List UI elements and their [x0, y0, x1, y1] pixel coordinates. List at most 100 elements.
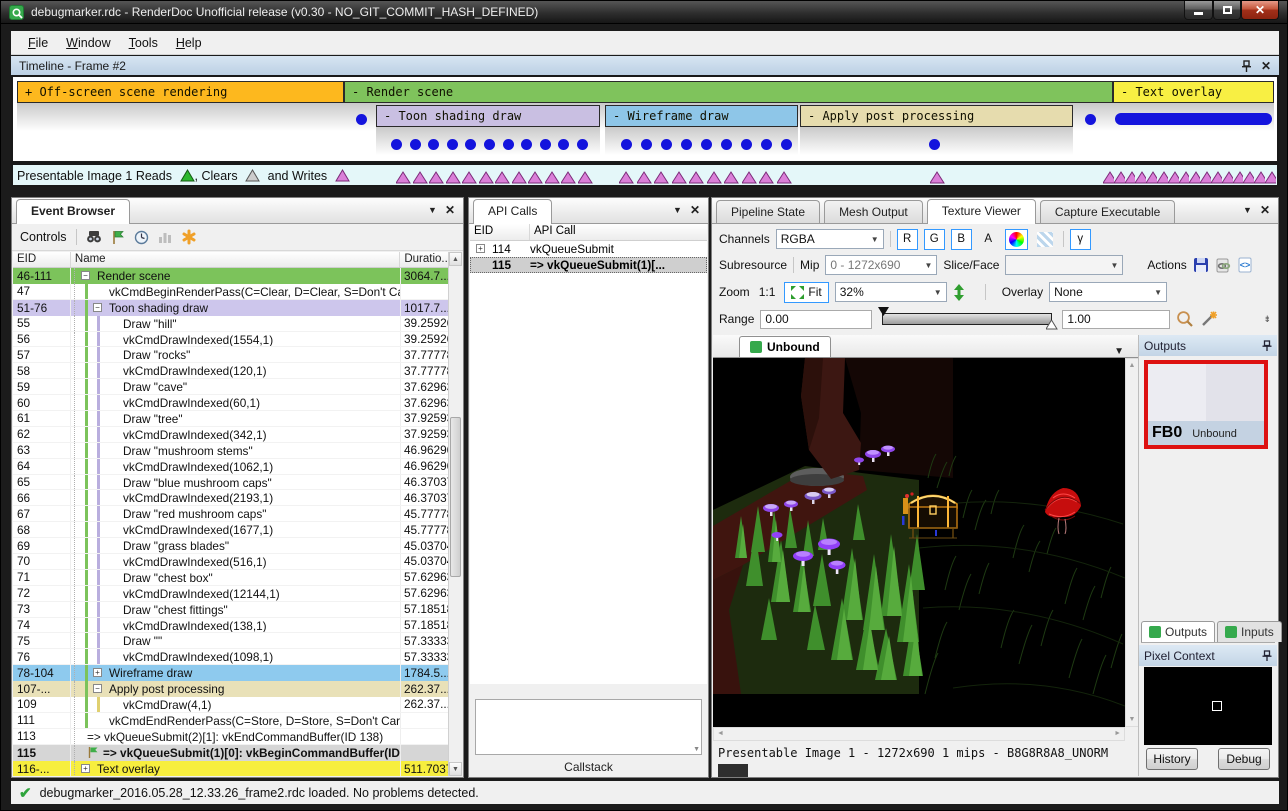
- output-thumbnail-fb0[interactable]: FB0 Unbound: [1144, 360, 1268, 449]
- range-white-handle[interactable]: [1046, 320, 1058, 330]
- col-name[interactable]: Name: [71, 252, 400, 267]
- statistics-icon[interactable]: [158, 230, 172, 244]
- texture-horizontal-scrollbar[interactable]: ◄ ►: [713, 727, 1125, 741]
- event-row-72[interactable]: 72vkCmdDrawIndexed(12144,1)57.62963: [13, 586, 451, 602]
- event-row-74[interactable]: 74vkCmdDrawIndexed(138,1)57.18518: [13, 618, 451, 634]
- zoom-dropdown[interactable]: 32%▼: [835, 282, 947, 302]
- zoom-range-icon[interactable]: [1176, 310, 1194, 328]
- event-row-61[interactable]: 61Draw "tree"37.92593: [13, 411, 451, 427]
- draw-event-dot[interactable]: [681, 139, 692, 150]
- event-row-73[interactable]: 73Draw "chest fittings"57.18518: [13, 602, 451, 618]
- write-markers-group[interactable]: [930, 171, 947, 184]
- event-row-76[interactable]: 76vkCmdDrawIndexed(1098,1)57.33333: [13, 649, 451, 665]
- flip-y-icon[interactable]: [953, 284, 965, 301]
- timeline-marker[interactable]: - Toon shading draw: [376, 105, 600, 127]
- tree-expander-icon[interactable]: +: [81, 764, 90, 773]
- tree-expander-icon[interactable]: +: [476, 244, 485, 253]
- event-row-107-...[interactable]: 107-...−Apply post processing262.37...: [13, 681, 451, 697]
- timeline-panel[interactable]: + Off-screen scene rendering- Render sce…: [11, 75, 1279, 163]
- channel-green-button[interactable]: G: [924, 229, 945, 250]
- history-button[interactable]: History: [1146, 748, 1198, 770]
- draw-event-dot[interactable]: [1085, 114, 1096, 125]
- api-calls-close-icon[interactable]: ✕: [690, 203, 700, 217]
- find-icon[interactable]: [86, 230, 102, 244]
- event-row-62[interactable]: 62vkCmdDrawIndexed(342,1)37.92593: [13, 427, 451, 443]
- draw-event-dot[interactable]: [410, 139, 421, 150]
- event-row-116-...[interactable]: 116-...+Text overlay511.7037: [13, 761, 451, 776]
- color-wheel-icon[interactable]: [1005, 229, 1028, 250]
- event-row-64[interactable]: 64vkCmdDrawIndexed(1062,1)46.96296: [13, 459, 451, 475]
- texture-viewer-close-icon[interactable]: ✕: [1260, 203, 1270, 217]
- range-black-handle[interactable]: [878, 307, 890, 317]
- tab-texture-viewer[interactable]: Texture Viewer: [927, 199, 1036, 224]
- event-row-71[interactable]: 71Draw "chest box"57.62963: [13, 570, 451, 586]
- texture-list-caret-icon[interactable]: ▼: [1114, 346, 1124, 357]
- draw-events-condensed-pill[interactable]: [1115, 113, 1272, 125]
- timeline-close-icon[interactable]: ✕: [1261, 59, 1271, 73]
- event-row-109[interactable]: 109vkCmdDraw(4,1)262.37...: [13, 697, 451, 713]
- scroll-down-icon[interactable]: ▼: [1126, 716, 1138, 723]
- channel-alpha-button[interactable]: A: [978, 229, 999, 250]
- timeline-marker[interactable]: + Off-screen scene rendering: [17, 81, 344, 103]
- draw-event-dot[interactable]: [721, 139, 732, 150]
- draw-event-dot[interactable]: [484, 139, 495, 150]
- draw-event-dot[interactable]: [641, 139, 652, 150]
- timeline-marker[interactable]: - Apply post processing: [800, 105, 1073, 127]
- pin-icon[interactable]: [1241, 60, 1252, 72]
- menu-file[interactable]: File: [19, 33, 57, 53]
- menu-tools[interactable]: Tools: [120, 33, 167, 53]
- time-draws-icon[interactable]: [134, 230, 149, 245]
- range-max-input[interactable]: 1.00: [1062, 310, 1170, 329]
- draw-event-dot[interactable]: [356, 114, 367, 125]
- api-call-row-115[interactable]: 115=> vkQueueSubmit(1)[...: [470, 257, 707, 273]
- draw-event-dot[interactable]: [503, 139, 514, 150]
- event-row-59[interactable]: 59Draw "cave"37.62963: [13, 379, 451, 395]
- draw-event-dot[interactable]: [391, 139, 402, 150]
- event-row-58[interactable]: 58vkCmdDrawIndexed(120,1)37.77778: [13, 363, 451, 379]
- scroll-down-icon[interactable]: ▼: [449, 762, 462, 776]
- draw-event-dot[interactable]: [661, 139, 672, 150]
- event-row-70[interactable]: 70vkCmdDrawIndexed(516,1)45.03704: [13, 554, 451, 570]
- event-row-55[interactable]: 55Draw "hill"39.25926: [13, 316, 451, 332]
- event-browser-scrollbar[interactable]: ▲ ▼: [448, 252, 462, 776]
- bookmark-flag-icon[interactable]: [111, 230, 125, 245]
- scroll-thumb[interactable]: [450, 417, 461, 577]
- menu-help[interactable]: Help: [167, 33, 211, 53]
- mip-dropdown[interactable]: 0 - 1272x690▼: [825, 255, 937, 275]
- zoom-1to1-button[interactable]: 1:1: [756, 285, 779, 299]
- range-slider[interactable]: [878, 310, 1056, 328]
- draw-event-dot[interactable]: [929, 139, 940, 150]
- callstack-box[interactable]: ▼: [475, 699, 702, 755]
- dock-menu-icon[interactable]: ▼: [673, 205, 682, 215]
- tab-event-browser[interactable]: Event Browser: [16, 199, 130, 224]
- save-icon[interactable]: [1193, 257, 1209, 273]
- event-browser-close-icon[interactable]: ✕: [445, 203, 455, 217]
- gamma-button[interactable]: γ: [1070, 229, 1091, 250]
- dock-menu-icon[interactable]: ▼: [428, 205, 437, 215]
- texture-preview[interactable]: [713, 358, 1125, 727]
- event-row-57[interactable]: 57Draw "rocks"37.77778: [13, 347, 451, 363]
- event-row-115[interactable]: 115=> vkQueueSubmit(1)[0]: vkBeginComman…: [13, 745, 451, 761]
- event-row-68[interactable]: 68vkCmdDrawIndexed(1677,1)45.77778: [13, 522, 451, 538]
- event-row-111[interactable]: 111vkCmdEndRenderPass(C=Store, D=Store, …: [13, 713, 451, 729]
- autofit-wand-icon[interactable]: [1200, 310, 1218, 328]
- tree-expander-icon[interactable]: +: [93, 668, 102, 677]
- tab-capture-executable[interactable]: Capture Executable: [1040, 200, 1175, 223]
- event-row-47[interactable]: 47vkCmdBeginRenderPass(C=Clear, D=Clear,…: [13, 284, 451, 300]
- tree-expander-icon[interactable]: −: [93, 303, 102, 312]
- tab-inputs[interactable]: Inputs: [1217, 621, 1282, 642]
- draw-event-dot[interactable]: [447, 139, 458, 150]
- minimize-button[interactable]: [1184, 1, 1213, 20]
- menu-window[interactable]: Window: [57, 33, 119, 53]
- draw-event-dot[interactable]: [761, 139, 772, 150]
- timeline-marker[interactable]: - Text overlay: [1113, 81, 1274, 103]
- event-row-46-111[interactable]: 46-111−Render scene3064.7...: [13, 268, 451, 284]
- range-min-input[interactable]: 0.00: [760, 310, 872, 329]
- tree-expander-icon[interactable]: −: [93, 684, 102, 693]
- view-code-icon[interactable]: <>: [1238, 257, 1253, 273]
- tab-unbound-texture[interactable]: Unbound: [739, 336, 831, 357]
- event-row-67[interactable]: 67Draw "red mushroom caps"45.77778: [13, 506, 451, 522]
- channel-red-button[interactable]: R: [897, 229, 918, 250]
- event-row-60[interactable]: 60vkCmdDrawIndexed(60,1)37.62963: [13, 395, 451, 411]
- col-duration[interactable]: Duratio...: [400, 252, 451, 267]
